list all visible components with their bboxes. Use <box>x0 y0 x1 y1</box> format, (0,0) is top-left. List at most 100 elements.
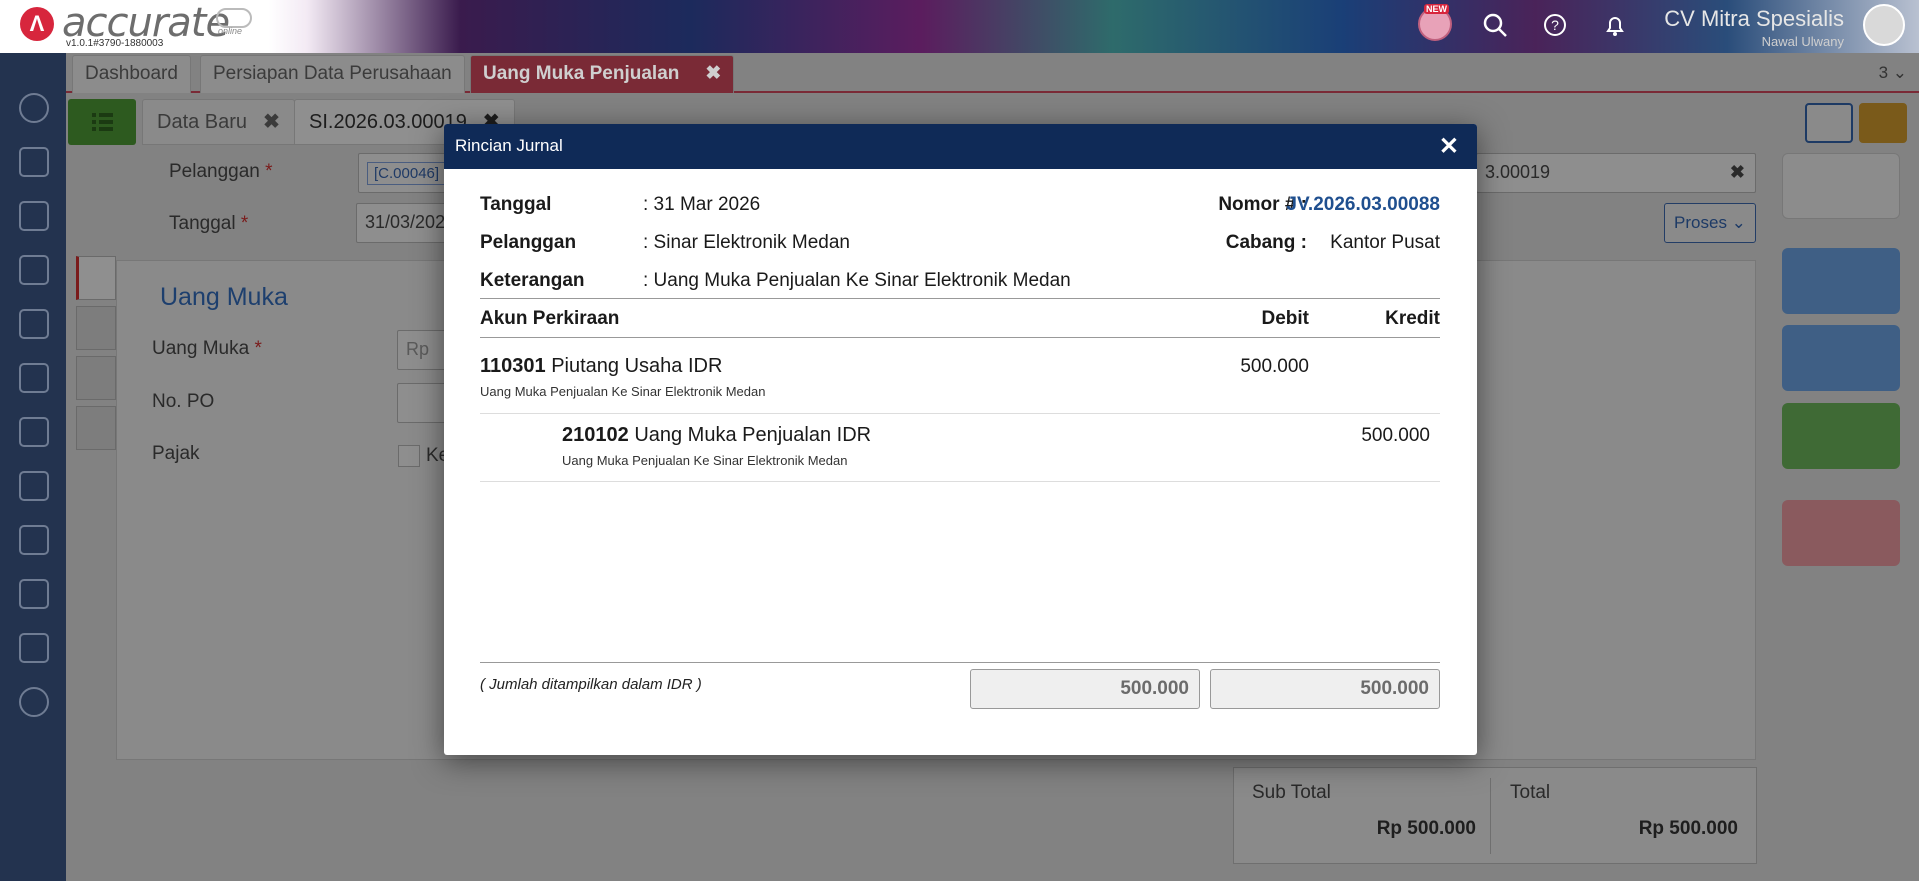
row-debit: 500.000 <box>1240 356 1309 377</box>
tab-label: Dashboard <box>85 63 178 84</box>
date-label: Tanggal <box>480 194 552 215</box>
account-code: 210102 <box>562 424 629 446</box>
divider <box>480 298 1440 299</box>
total-credit-field: 500.000 <box>1210 669 1440 709</box>
subtotal-value: Rp 500.000 <box>1376 818 1476 839</box>
modal-title: Rincian Jurnal <box>455 136 563 155</box>
delete-button[interactable] <box>1782 500 1900 566</box>
search-icon[interactable] <box>1480 12 1510 42</box>
info-tab-icon[interactable] <box>76 306 116 350</box>
advance-label: Uang Muka * <box>152 338 262 359</box>
currency-note: ( Jumlah ditampilkan dalam IDR ) <box>480 676 702 693</box>
account-code: 110301 <box>480 355 546 377</box>
avatar[interactable] <box>1863 4 1905 46</box>
tab-persiapan-data[interactable]: Persiapan Data Perusahaan <box>200 55 465 93</box>
invoice-number-field[interactable]: 3.00019 ✖ <box>1476 153 1756 193</box>
sidebar <box>0 53 66 881</box>
note-value: : Uang Muka Penjualan Ke Sinar Elektroni… <box>643 270 1071 291</box>
employee-icon[interactable] <box>19 579 49 609</box>
total-value: Rp 500.000 <box>1638 818 1738 839</box>
close-icon[interactable]: ✖ <box>705 63 721 84</box>
tax-label: Pajak <box>152 443 200 464</box>
tax-icon[interactable] <box>19 633 49 663</box>
close-icon[interactable]: ✕ <box>1439 132 1459 161</box>
totals-panel: Sub Total Rp 500.000 Total Rp 500.000 <box>1233 767 1757 864</box>
warehouse-icon[interactable] <box>19 309 49 339</box>
account-name: Uang Muka Penjualan IDR <box>634 424 872 446</box>
lightbulb-icon[interactable] <box>1859 103 1907 143</box>
tab-dashboard[interactable]: Dashboard <box>72 55 191 93</box>
clear-icon[interactable]: ✖ <box>1730 162 1745 183</box>
row-note: Uang Muka Penjualan Ke Sinar Elektronik … <box>480 384 766 399</box>
list-view-button[interactable] <box>68 99 136 145</box>
divider <box>1490 778 1491 854</box>
attachment-button[interactable] <box>1782 325 1900 391</box>
customer-chip: [C.00046] <box>367 162 447 185</box>
bell-icon[interactable] <box>1600 12 1630 42</box>
customer-value: : Sinar Elektronik Medan <box>643 232 850 253</box>
tab-label: Uang Muka Penjualan <box>483 63 680 84</box>
top-header: Λ accurate online v1.0.1#3790-1880003 NE… <box>0 0 1919 53</box>
note-label: Keterangan <box>480 270 585 291</box>
ledger-icon[interactable] <box>19 255 49 285</box>
building-icon[interactable] <box>19 201 49 231</box>
divider <box>480 481 1440 482</box>
subtab-data-baru[interactable]: Data Baru ✖ <box>142 99 295 145</box>
accurate-logo-icon[interactable]: Λ <box>20 7 54 41</box>
cart-icon[interactable] <box>19 417 49 447</box>
new-badge: NEW <box>1424 4 1449 14</box>
svg-text:?: ? <box>1551 17 1559 33</box>
save-button[interactable] <box>1782 153 1900 219</box>
row-credit: 500.000 <box>1361 425 1430 446</box>
bank-tab-icon[interactable] <box>76 356 116 400</box>
account-name: Piutang Usaha IDR <box>551 355 723 377</box>
printer-tab-icon[interactable] <box>76 406 116 450</box>
close-icon[interactable]: ✖ <box>263 111 280 133</box>
module-tabs: Dashboard Persiapan Data Perusahaan Uang… <box>66 53 1919 93</box>
bank-icon[interactable] <box>19 147 49 177</box>
money-bag-icon[interactable] <box>19 363 49 393</box>
date-label: Tanggal * <box>169 213 249 234</box>
document-tab-icon[interactable] <box>76 256 116 300</box>
cloud-icon <box>216 8 252 28</box>
tabs-count[interactable]: 3 ⌄ <box>1879 63 1907 83</box>
brand-suffix: online <box>218 26 243 36</box>
po-label: No. PO <box>152 391 215 412</box>
journal-number-link[interactable]: JV.2026.03.00088 <box>1184 194 1440 216</box>
company-name: CV Mitra Spesialis <box>1664 6 1844 31</box>
factory-icon[interactable] <box>19 525 49 555</box>
branch-value: Kantor Pusat <box>1330 232 1440 253</box>
row-note: Uang Muka Penjualan Ke Sinar Elektronik … <box>562 453 848 468</box>
tab-label: Persiapan Data Perusahaan <box>213 63 452 84</box>
subtab-label: Data Baru <box>157 111 248 133</box>
settings-icon[interactable] <box>19 93 49 123</box>
divider <box>480 337 1440 338</box>
col-credit-header: Kredit <box>1385 308 1440 329</box>
tab-uang-muka-penjualan[interactable]: Uang Muka Penjualan ✖ <box>470 55 735 93</box>
process-button[interactable]: Proses ⌄ <box>1664 203 1756 243</box>
journal-detail-modal: Rincian Jurnal ✕ Tanggal : 31 Mar 2026 P… <box>444 124 1477 755</box>
modal-header: Rincian Jurnal ✕ <box>444 124 1477 169</box>
document-button[interactable] <box>1782 248 1900 314</box>
table-row: 210102 Uang Muka Penjualan IDR <box>562 424 871 447</box>
version-label: v1.0.1#3790-1880003 <box>66 38 164 49</box>
tax-checkbox[interactable] <box>398 445 420 467</box>
divider <box>480 662 1440 663</box>
report-icon[interactable] <box>19 687 49 717</box>
total-label: Total <box>1510 782 1551 803</box>
gear-icon[interactable] <box>1805 103 1853 143</box>
purchase-icon[interactable] <box>19 471 49 501</box>
help-icon[interactable]: ? <box>1540 12 1570 42</box>
company-info[interactable]: CV Mitra Spesialis Nawal Ulwany <box>1664 6 1844 49</box>
total-debit-field: 500.000 <box>970 669 1200 709</box>
more-options-button[interactable] <box>1782 403 1900 469</box>
section-title: Uang Muka <box>160 283 288 311</box>
table-row: 110301 Piutang Usaha IDR <box>480 355 722 378</box>
date-field[interactable]: 31/03/202 <box>356 203 456 243</box>
divider <box>480 413 1440 414</box>
customer-label: Pelanggan <box>480 232 577 253</box>
subtotal-label: Sub Total <box>1252 782 1331 803</box>
user-name: Nawal Ulwany <box>1761 34 1844 49</box>
col-account-header: Akun Perkiraan <box>480 308 620 329</box>
date-value: : 31 Mar 2026 <box>643 194 761 215</box>
